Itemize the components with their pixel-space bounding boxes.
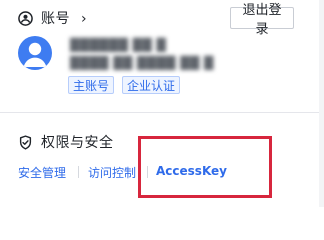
link-separator bbox=[78, 166, 79, 178]
account-header-link[interactable]: 账号 › bbox=[18, 8, 90, 28]
security-management-link[interactable]: 安全管理 bbox=[18, 164, 66, 181]
account-dropdown-panel: 账号 › 退出登录 ██████ ██ █ ████ ██ ████ ██ █ … bbox=[0, 0, 324, 207]
security-section-header: 权限与安全 bbox=[18, 132, 114, 152]
panel-edge bbox=[319, 0, 324, 207]
avatar bbox=[18, 36, 52, 70]
account-badges: 主账号 企业认证 bbox=[68, 76, 181, 94]
avatar-person-icon bbox=[23, 42, 47, 67]
logout-button[interactable]: 退出登录 bbox=[230, 2, 294, 36]
security-section-title: 权限与安全 bbox=[41, 135, 114, 151]
user-circle-icon bbox=[18, 10, 33, 26]
badge-enterprise-verified: 企业认证 bbox=[122, 76, 181, 94]
chevron-right-icon: › bbox=[81, 11, 87, 27]
link-separator bbox=[147, 166, 148, 178]
accesskey-link[interactable]: AccessKey bbox=[156, 164, 227, 178]
badge-main-account: 主账号 bbox=[68, 76, 115, 94]
account-title: 账号 bbox=[41, 11, 70, 27]
access-control-link[interactable]: 访问控制 bbox=[88, 164, 136, 181]
section-divider bbox=[0, 112, 324, 113]
shield-icon bbox=[19, 134, 32, 150]
username-blurred: ██████ ██ █ bbox=[70, 38, 167, 52]
account-id-blurred: ████ ██ ████ ██ █ bbox=[70, 56, 214, 70]
